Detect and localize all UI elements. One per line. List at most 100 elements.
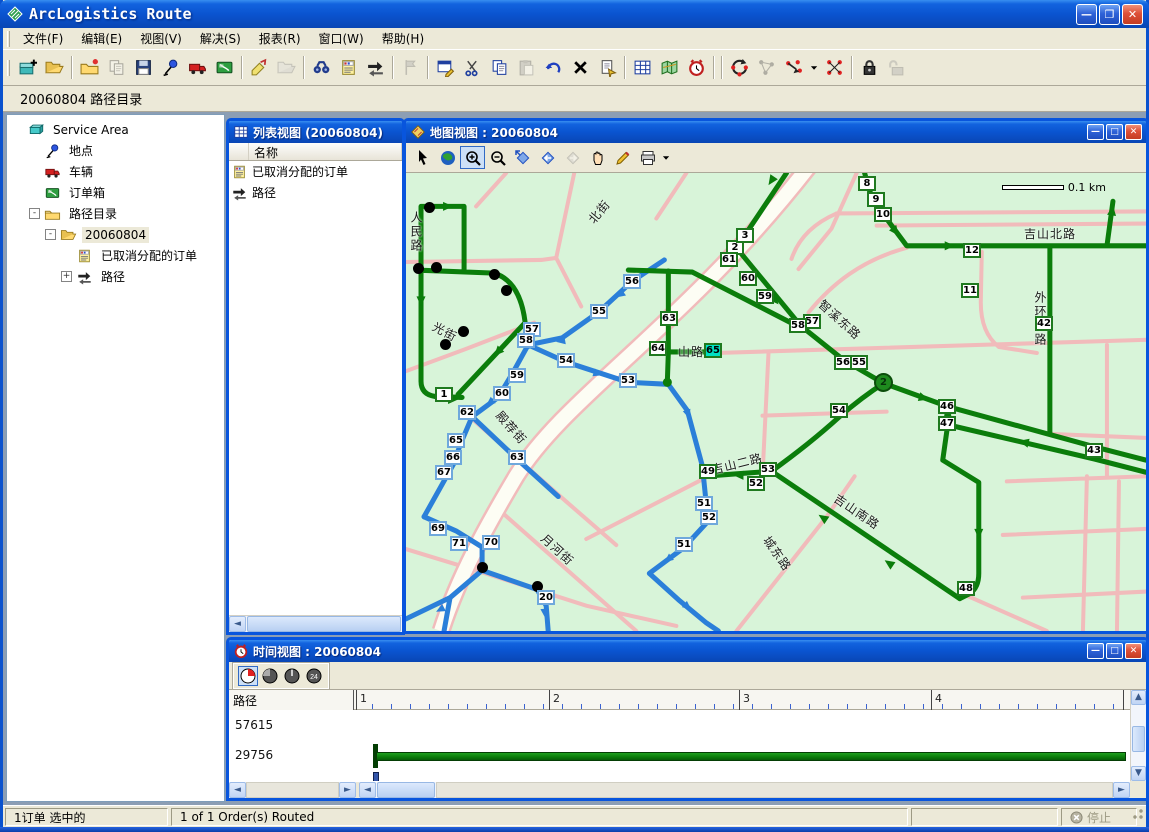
tree-item-route-20060804[interactable]: -20060804 <box>7 224 224 245</box>
route-stop-marker-60[interactable]: 60 <box>739 271 757 286</box>
list-view-titlebar[interactable]: 列表视图 (20060804) <box>229 121 402 143</box>
route-stop-marker-62[interactable]: 62 <box>458 405 476 420</box>
expand-icon[interactable]: + <box>61 271 72 282</box>
list-header-name[interactable]: 名称 <box>249 143 402 160</box>
new-location-button[interactable] <box>157 55 184 81</box>
collapse-icon[interactable]: - <box>45 229 56 240</box>
properties-button[interactable] <box>432 55 459 81</box>
route-stop-marker-70[interactable]: 70 <box>482 535 500 550</box>
stop-dot[interactable] <box>440 339 451 350</box>
undo-button[interactable] <box>540 55 567 81</box>
hscroll-thumb2[interactable] <box>377 782 435 798</box>
menu-view[interactable]: 视图(V) <box>131 27 191 50</box>
route-stop-marker-65[interactable]: 65 <box>447 433 465 448</box>
gantt-bar-route-29756[interactable] <box>376 752 1126 761</box>
route-stop-marker-54[interactable]: 54 <box>557 353 575 368</box>
map-view-button[interactable] <box>656 55 683 81</box>
menu-edit[interactable]: 编辑(E) <box>72 27 131 50</box>
route-stop-marker-53[interactable]: 53 <box>759 462 777 477</box>
hscroll-left-button2[interactable]: ◄ <box>359 782 376 798</box>
map-tool-draw[interactable] <box>610 146 635 169</box>
tree-item-route-folder[interactable]: -路径目录 <box>7 203 224 224</box>
time-right-hscroll[interactable]: ◄ ► <box>359 782 1130 798</box>
new-route-button[interactable] <box>362 55 389 81</box>
stop-dot[interactable] <box>501 285 512 296</box>
build-routes-button[interactable] <box>780 55 807 81</box>
route-stop-marker-55[interactable]: 55 <box>850 355 868 370</box>
time-left-hscroll[interactable]: ◄ ► <box>229 782 356 798</box>
stop-dot[interactable] <box>489 269 500 280</box>
solve-routes-button[interactable] <box>726 55 753 81</box>
build-caret-button[interactable] <box>807 55 821 81</box>
menu-report[interactable]: 报表(R) <box>250 27 310 50</box>
hscroll-left-button[interactable]: ◄ <box>229 782 246 798</box>
route-stop-marker-49[interactable]: 49 <box>699 464 717 479</box>
map-tool-zoom-out[interactable] <box>485 146 510 169</box>
time-view-button[interactable] <box>683 55 710 81</box>
scroll-left-button[interactable]: ◄ <box>229 616 246 632</box>
map-tool-zoom-in[interactable] <box>460 146 485 169</box>
route-stop-marker-2[interactable]: 2 <box>874 373 893 392</box>
stop-dot[interactable] <box>458 326 469 337</box>
time-maximize-button[interactable]: □ <box>1106 643 1123 659</box>
route-stop-marker-42[interactable]: 42 <box>1035 316 1053 331</box>
time-tool-range-half[interactable] <box>260 666 280 686</box>
map-maximize-button[interactable]: □ <box>1106 124 1123 140</box>
time-tool-range-24h[interactable]: 24 <box>304 666 324 686</box>
route-stop-marker-11[interactable]: 11 <box>961 283 979 298</box>
map-tool-print[interactable] <box>635 146 660 169</box>
map-tool-prev-extent[interactable] <box>535 146 560 169</box>
list-view-button[interactable] <box>629 55 656 81</box>
route-stop-marker-60[interactable]: 60 <box>493 386 511 401</box>
map-minimize-button[interactable]: — <box>1087 124 1104 140</box>
list-row[interactable]: 已取消分配的订单 <box>229 161 402 182</box>
map-canvas[interactable]: 北街吉山北路人民路光街智溪东路山路外环东路吉山二路吉山南路月河街殿荐街城东路23… <box>406 173 1146 631</box>
tree-item-order-box[interactable]: 订单箱 <box>7 182 224 203</box>
assign-orders-button[interactable] <box>246 55 273 81</box>
stop-dot[interactable] <box>424 202 435 213</box>
scroll-up-button[interactable]: ▲ <box>1131 690 1146 705</box>
route-stop-marker-59[interactable]: 59 <box>508 368 526 383</box>
hscroll-track[interactable] <box>246 782 339 798</box>
hscroll-right-button2[interactable]: ► <box>1113 782 1130 798</box>
open-project-button[interactable] <box>41 55 68 81</box>
scroll-thumb[interactable] <box>247 616 401 632</box>
route-stop-marker-52[interactable]: 52 <box>747 476 765 491</box>
new-vehicle-button[interactable] <box>184 55 211 81</box>
route-stop-marker-20[interactable]: 20 <box>537 590 555 605</box>
paste-special-button[interactable] <box>594 55 621 81</box>
menu-grip[interactable] <box>7 31 10 47</box>
route-stop-marker-69[interactable]: 69 <box>429 521 447 536</box>
stop-dot[interactable] <box>477 562 488 573</box>
route-stop-marker-56[interactable]: 56 <box>623 274 641 289</box>
route-stop-marker-1[interactable]: 1 <box>435 387 453 402</box>
restore-button[interactable]: ❐ <box>1099 4 1120 25</box>
minimize-button[interactable]: — <box>1076 4 1097 25</box>
find-button[interactable] <box>308 55 335 81</box>
stop-dot[interactable] <box>431 262 442 273</box>
route-stop-marker-63[interactable]: 63 <box>508 450 526 465</box>
new-project-button[interactable] <box>14 55 41 81</box>
tree-item-vehicles[interactable]: 车辆 <box>7 161 224 182</box>
route-stop-marker-58[interactable]: 58 <box>789 318 807 333</box>
route-row-label[interactable]: 29756 <box>235 748 273 762</box>
time-view-titlebar[interactable]: 时间视图 : 20060804 — □ ✕ <box>229 640 1146 662</box>
time-vscrollbar[interactable]: ▲ ▼ <box>1130 690 1146 781</box>
route-stop-marker-61[interactable]: 61 <box>720 252 738 267</box>
time-column-header[interactable]: 路径 <box>229 690 354 710</box>
map-tool-select[interactable] <box>410 146 435 169</box>
route-stop-marker-9[interactable]: 9 <box>867 192 885 207</box>
new-folder-button[interactable] <box>76 55 103 81</box>
route-stop-marker-51[interactable]: 51 <box>695 496 713 511</box>
route-stop-marker-51[interactable]: 51 <box>675 537 693 552</box>
title-bar[interactable]: ArcLogistics Route — ❐ ✕ <box>0 0 1149 28</box>
route-stop-marker-58[interactable]: 58 <box>517 333 535 348</box>
menu-window[interactable]: 窗口(W) <box>310 27 373 50</box>
route-stop-marker-8[interactable]: 8 <box>858 176 876 191</box>
hscroll-right-button[interactable]: ► <box>339 782 356 798</box>
vscroll-thumb[interactable] <box>1132 726 1145 752</box>
hscroll-track2[interactable] <box>436 782 1113 798</box>
save-button[interactable] <box>130 55 157 81</box>
list-header-blank[interactable] <box>229 143 249 160</box>
tree-item-locations[interactable]: 地点 <box>7 140 224 161</box>
